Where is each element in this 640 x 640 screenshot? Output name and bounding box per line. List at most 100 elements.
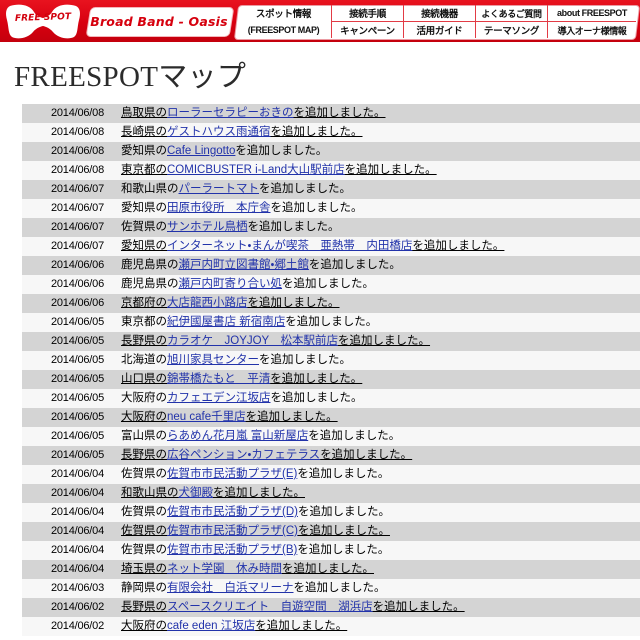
news-row: 2014/06/02 大阪府のcafe eden 江坂店を追加しました。 <box>22 617 640 636</box>
news-description-text: 佐賀県の佐賀市市民活動プラザ(C)を追加しました。 <box>121 525 390 537</box>
news-spot-link[interactable]: neu cafe千里店 <box>167 411 246 423</box>
news-description: 大阪府のneu cafe千里店を追加しました。 <box>112 408 640 427</box>
news-prefecture: 愛知県の <box>121 202 167 214</box>
news-description-text: 埼玉県のネット学園 休み時間を追加しました。 <box>121 563 374 575</box>
news-row: 2014/06/05 東京都の紀伊國屋書店 新宿南店を追加しました。 <box>22 313 640 332</box>
news-spot-link[interactable]: 旭川家具センター <box>167 354 259 366</box>
nav-column-4: よくあるご質問 テーマソング <box>476 5 548 38</box>
nav-column-2: 接続手順 キャンペーン <box>332 5 404 38</box>
news-date: 2014/06/05 <box>50 354 104 366</box>
news-date: 2014/06/05 <box>50 335 104 347</box>
news-suffix: を追加しました。 <box>308 430 401 442</box>
news-date: 2014/06/08 <box>50 126 104 138</box>
news-spot-link[interactable]: Cafe Lingotto <box>167 145 235 157</box>
news-suffix: を追加しました。 <box>338 335 431 347</box>
news-date: 2014/06/04 <box>50 563 104 575</box>
news-prefecture: 愛知県の <box>121 145 167 157</box>
news-spot-link[interactable]: スペースクリエイト 自遊空間 湖浜店 <box>167 601 373 613</box>
news-spot-link[interactable]: カフェエデン江坂店 <box>167 392 271 404</box>
news-date: 2014/06/06 <box>50 297 104 309</box>
brand-plate[interactable]: Broad Band - Oasis <box>88 7 230 35</box>
news-description: 佐賀県の佐賀市市民活動プラザ(E)を追加しました。 <box>112 465 640 484</box>
news-description-text: 東京都のCOMICBUSTER i-Land大山駅前店を追加しました。 <box>121 164 437 176</box>
news-spot-link[interactable]: らあめん花月嵐 富山新屋店 <box>167 430 308 442</box>
news-row: 2014/06/04 佐賀県の佐賀市市民活動プラザ(E)を追加しました。 <box>22 465 640 484</box>
news-prefecture: 長野県の <box>121 449 167 461</box>
news-date: 2014/06/02 <box>50 620 104 632</box>
news-suffix: を追加しました。 <box>297 468 390 480</box>
news-spot-link[interactable]: 有限会社 白浜マリーナ <box>167 582 294 594</box>
news-suffix: を追加しました。 <box>213 487 305 499</box>
news-spot-link[interactable]: ネット学園 休み時間 <box>167 563 282 575</box>
nav-item-usage-guide[interactable]: 活用ガイド <box>404 22 475 38</box>
news-suffix: を追加しました。 <box>259 354 351 366</box>
news-prefecture: 鹿児島県の <box>121 278 179 290</box>
news-spot-link[interactable]: 佐賀市市民活動プラザ(E) <box>167 468 297 480</box>
news-row: 2014/06/07 愛知県のインターネット・まんが喫茶 亜熱帯 内田橋店を追加し… <box>22 237 640 256</box>
news-row: 2014/06/04 佐賀県の佐賀市市民活動プラザ(C)を追加しました。 <box>22 522 640 541</box>
nav-item-theme-song[interactable]: テーマソング <box>476 22 547 38</box>
brand-text: Broad Band - Oasis <box>90 13 228 29</box>
news-prefecture: 和歌山県の <box>121 183 179 195</box>
news-spot-link[interactable]: ローラーセラピーおきの <box>167 107 294 119</box>
news-spot-link[interactable]: 広谷ペンション・カフェテラス <box>167 449 320 461</box>
nav-item-campaign[interactable]: キャンペーン <box>332 22 403 38</box>
news-row: 2014/06/05 長野県の広谷ペンション・カフェテラスを追加しました。 <box>22 446 640 465</box>
news-description-text: 愛知県の田原市役所 本庁舎を追加しました。 <box>121 202 363 214</box>
news-row: 2014/06/04 埼玉県のネット学園 休み時間を追加しました。 <box>22 560 640 579</box>
nav-item-spot-info[interactable]: スポット情報 <box>236 5 331 22</box>
news-suffix: を追加しました。 <box>245 411 338 423</box>
news-description: 埼玉県のネット学園 休み時間を追加しました。 <box>112 560 640 579</box>
news-spot-link[interactable]: cafe eden 江坂店 <box>167 620 255 632</box>
news-spot-link[interactable]: サンホテル鳥栖 <box>167 221 248 233</box>
news-date: 2014/06/02 <box>50 601 104 613</box>
news-prefecture: 佐賀県の <box>121 525 167 537</box>
news-spot-link[interactable]: インターネット・まんが喫茶 亜熱帯 内田橋店 <box>167 240 412 252</box>
news-spot-link[interactable]: パーラートマト <box>179 183 260 195</box>
nav-item-about-freespot[interactable]: about FREESPOT <box>548 5 636 22</box>
news-spot-link[interactable]: 佐賀市市民活動プラザ(D) <box>167 506 298 518</box>
news-description: 長野県のカラオケ JOYJOY 松本駅前店を追加しました。 <box>112 332 640 351</box>
news-spot-link[interactable]: 錦帯橋たもと 平清 <box>167 373 270 385</box>
news-date: 2014/06/08 <box>50 145 104 157</box>
news-spot-link[interactable]: 瀬戸内町立図書館・郷土館 <box>179 259 309 271</box>
news-prefecture: 長野県の <box>121 335 167 347</box>
news-row: 2014/06/07 愛知県の田原市役所 本庁舎を追加しました。 <box>22 199 640 218</box>
news-spot-link[interactable]: 大店龍西小路店 <box>167 297 248 309</box>
nav-item-owner-info[interactable]: 導入オーナ様情報 <box>548 22 636 38</box>
news-date: 2014/06/05 <box>50 392 104 404</box>
news-spot-link[interactable]: カラオケ JOYJOY 松本駅前店 <box>167 335 338 347</box>
news-spot-link[interactable]: ゲストハウス雨通宿 <box>167 126 271 138</box>
freespot-logo[interactable]: FREE SPOT <box>4 1 82 41</box>
news-description-text: 長野県のスペースクリエイト 自遊空間 湖浜店を追加しました。 <box>121 601 465 613</box>
news-spot-link[interactable]: 佐賀市市民活動プラザ(B) <box>167 544 297 556</box>
news-suffix: を追加しました。 <box>270 202 363 214</box>
news-prefecture: 鳥取県の <box>121 107 167 119</box>
nav-column-5: about FREESPOT 導入オーナ様情報 <box>548 5 636 38</box>
news-spot-link[interactable]: COMICBUSTER i-Land大山駅前店 <box>167 164 345 176</box>
news-row: 2014/06/04 和歌山県の犬御殿を追加しました。 <box>22 484 640 503</box>
news-suffix: を追加しました。 <box>293 107 386 119</box>
news-spot-link[interactable]: 紀伊國屋書店 新宿南店 <box>167 316 285 328</box>
news-suffix: を追加しました。 <box>270 126 363 138</box>
news-date: 2014/06/05 <box>50 316 104 328</box>
nav-item-faq[interactable]: よくあるご質問 <box>476 5 547 22</box>
news-spot-link[interactable]: 田原市役所 本庁舎 <box>167 202 271 214</box>
news-description: 愛知県のCafe Lingottoを追加しました。 <box>112 142 640 161</box>
news-spot-link[interactable]: 瀬戸内町寄り合い処 <box>179 278 283 290</box>
news-prefecture: 北海道の <box>121 354 167 366</box>
nav-item-connection-steps[interactable]: 接続手順 <box>332 5 403 22</box>
news-description: 鹿児島県の瀬戸内町寄り合い処を追加しました。 <box>112 275 640 294</box>
news-suffix: を追加しました。 <box>297 544 390 556</box>
news-spot-link[interactable]: 佐賀市市民活動プラザ(C) <box>167 525 298 537</box>
news-spot-link[interactable]: 犬御殿 <box>179 487 214 499</box>
news-suffix: を追加しました。 <box>282 278 374 290</box>
news-description-text: 和歌山県のパーラートマトを追加しました。 <box>121 183 351 195</box>
news-suffix: を追加しました。 <box>247 221 340 233</box>
news-row: 2014/06/05 大阪府のカフェエデン江坂店を追加しました。 <box>22 389 640 408</box>
news-prefecture: 佐賀県の <box>121 506 167 518</box>
news-description: 長野県の広谷ペンション・カフェテラスを追加しました。 <box>112 446 640 465</box>
nav-item-devices[interactable]: 接続機器 <box>404 5 475 22</box>
news-prefecture: 佐賀県の <box>121 468 167 480</box>
nav-item-freespot-map[interactable]: (FREESPOT MAP) <box>236 22 331 38</box>
